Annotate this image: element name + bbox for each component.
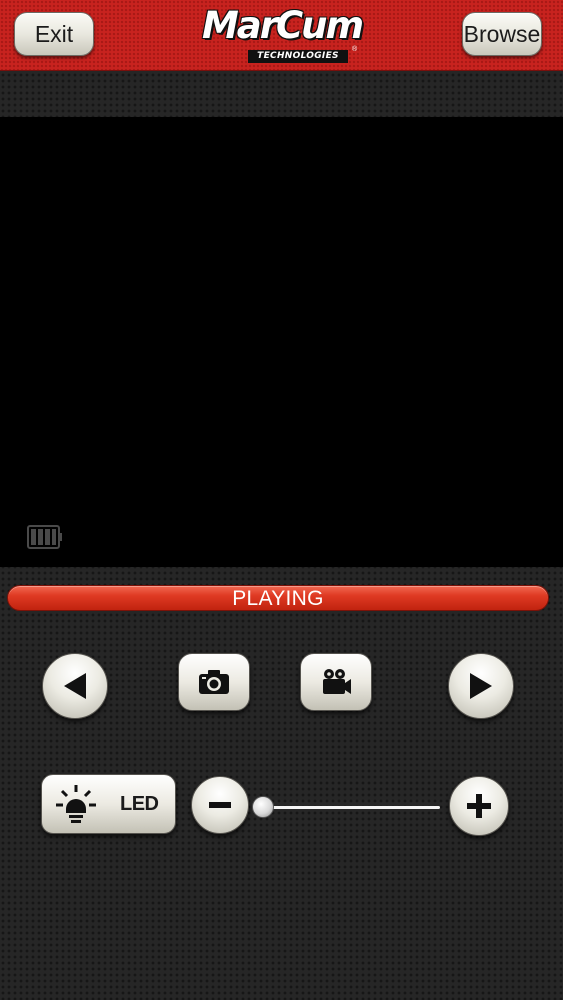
triangle-left-icon	[64, 673, 86, 699]
led-label: LED	[120, 793, 159, 815]
led-toggle-button[interactable]: LED	[41, 774, 176, 834]
playback-status-bar: PLAYING	[7, 585, 549, 611]
header-bar: Exit MarCum TECHNOLOGIES ® Browse	[0, 0, 563, 71]
slider-track	[264, 806, 440, 809]
next-button[interactable]	[448, 653, 514, 719]
record-video-button[interactable]	[300, 653, 372, 711]
camera-icon	[199, 670, 229, 694]
logo-wordmark: MarCum	[201, 4, 364, 47]
app-root: Exit MarCum TECHNOLOGIES ® Browse PLAYIN…	[0, 0, 563, 1000]
video-camera-icon	[323, 669, 351, 694]
decrease-brightness-button[interactable]	[191, 776, 249, 834]
triangle-right-icon	[470, 673, 492, 699]
slider-thumb[interactable]	[252, 796, 274, 818]
led-brightness-slider[interactable]	[252, 794, 442, 822]
snapshot-button[interactable]	[178, 653, 250, 711]
increase-brightness-button[interactable]	[449, 776, 509, 836]
marcum-logo: MarCum TECHNOLOGIES ®	[196, 4, 368, 64]
previous-button[interactable]	[42, 653, 108, 719]
video-feed	[0, 117, 563, 567]
logo-registered-mark: ®	[352, 46, 358, 53]
exit-button[interactable]: Exit	[14, 12, 94, 56]
plus-icon	[467, 794, 491, 818]
light-bulb-icon	[56, 785, 96, 823]
browse-button[interactable]: Browse	[462, 12, 542, 56]
logo-subtext: TECHNOLOGIES	[248, 50, 348, 63]
battery-icon	[27, 525, 62, 549]
minus-icon	[209, 802, 231, 808]
